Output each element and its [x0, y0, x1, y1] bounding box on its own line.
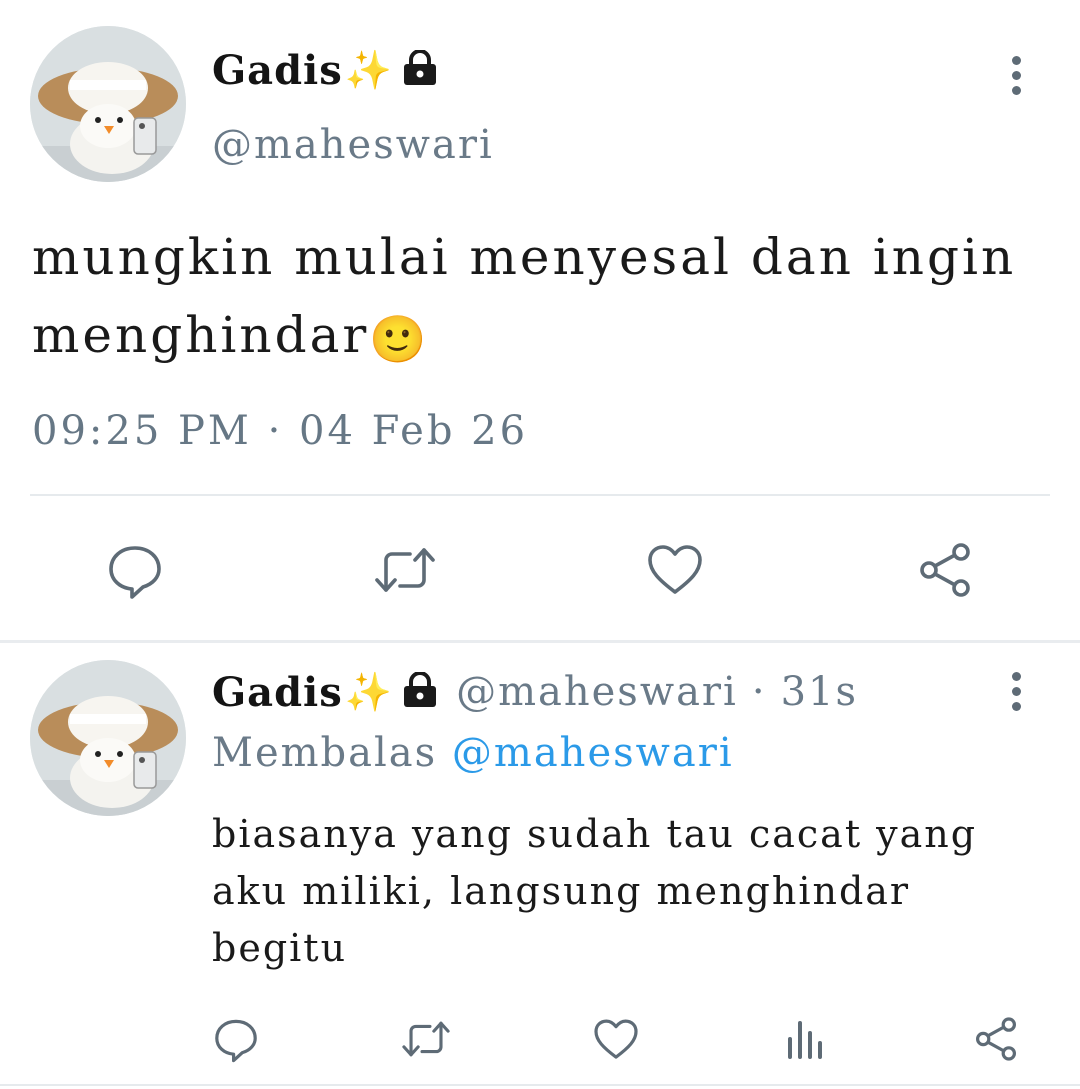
more-options-icon[interactable] — [1010, 56, 1022, 96]
display-name[interactable]: Gadis — [212, 47, 343, 94]
reply-avatar[interactable] — [30, 660, 186, 816]
reply-age[interactable]: 31s — [781, 669, 858, 715]
share-icon — [976, 1017, 1016, 1061]
heart-icon — [648, 545, 702, 594]
replying-to-line: Membalas @maheswari — [212, 730, 734, 776]
views-button[interactable] — [766, 1017, 846, 1061]
tweet-body: mungkin mulai menyesal dan ingin menghin… — [32, 228, 1017, 364]
reply-separator: · — [751, 669, 767, 715]
comment-button[interactable] — [80, 540, 190, 600]
lock-icon — [400, 671, 440, 712]
heart-icon — [594, 1019, 638, 1059]
comment-icon — [215, 1019, 257, 1063]
sparkle-emoji: ✨ — [344, 48, 393, 92]
share-button[interactable] — [956, 1015, 1036, 1063]
avatar-image — [30, 660, 186, 816]
lock-icon — [400, 49, 440, 90]
share-button[interactable] — [890, 540, 1000, 600]
reply-author-row: Gadis ✨ @maheswari · 31s — [212, 666, 858, 718]
tweet-actions — [80, 530, 1000, 610]
replying-prefix: Membalas — [212, 730, 438, 776]
comment-icon — [109, 546, 161, 599]
bottom-divider — [0, 1084, 1080, 1086]
sparkle-emoji: ✨ — [344, 670, 393, 714]
like-button[interactable] — [620, 542, 730, 598]
retweet-icon — [402, 1021, 450, 1057]
bar-chart-icon — [788, 1021, 822, 1059]
reply-handle[interactable]: @maheswari — [456, 669, 738, 715]
retweet-button[interactable] — [386, 1015, 466, 1063]
reply-display-name[interactable]: Gadis — [212, 669, 343, 716]
reply-more-options-icon[interactable] — [1010, 672, 1022, 712]
tweet-timestamp[interactable]: 09:25 PM · 04 Feb 26 — [32, 408, 528, 454]
author-row: Gadis ✨ — [212, 44, 440, 96]
retweet-button[interactable] — [350, 540, 460, 600]
section-divider — [0, 640, 1080, 643]
reply-actions — [196, 1006, 1036, 1072]
like-button[interactable] — [576, 1017, 656, 1062]
reply-text: biasanya yang sudah tau cacat yang aku m… — [212, 812, 978, 970]
avatar-image — [30, 26, 186, 182]
author-handle[interactable]: @maheswari — [212, 122, 494, 168]
comment-button[interactable] — [196, 1015, 276, 1063]
divider — [30, 494, 1050, 496]
retweet-icon — [375, 548, 435, 592]
smile-emoji: 🙂 — [369, 312, 430, 366]
share-icon — [920, 543, 970, 597]
tweet-text: mungkin mulai menyesal dan ingin menghin… — [32, 218, 1042, 378]
replying-to-mention[interactable]: @maheswari — [452, 730, 734, 776]
avatar[interactable] — [30, 26, 186, 182]
